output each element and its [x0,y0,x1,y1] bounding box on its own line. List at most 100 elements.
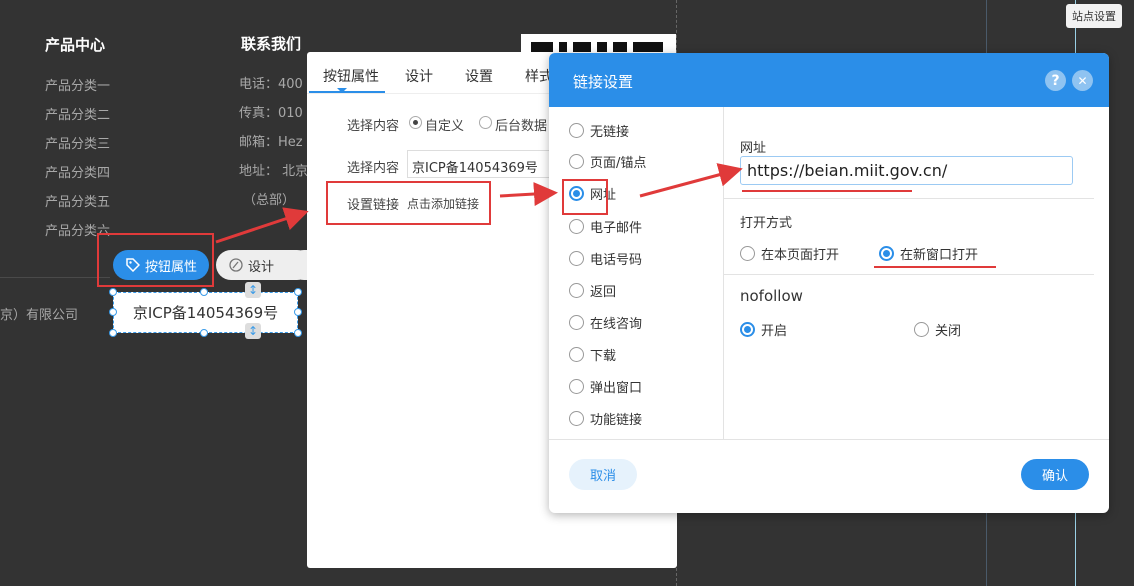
contact-address: 地址： 北京 [239,164,309,179]
annotation-arrow [215,207,309,244]
radio-button[interactable] [569,347,584,362]
nofollow-off-label: 关闭 [935,324,962,339]
radio-custom[interactable] [409,116,422,129]
link-type-none[interactable]: 无链接 [569,121,629,140]
tab-divider [307,93,549,94]
radio-button[interactable] [569,283,584,298]
product-link[interactable]: 产品分类三 [45,133,110,152]
nofollow-off-option[interactable]: 关闭 [914,320,961,339]
radio-button[interactable] [740,322,755,337]
confirm-button[interactable]: 确认 [1021,459,1089,490]
open-new-label: 在新窗口打开 [900,248,979,263]
link-type-label: 电话号码 [590,253,643,268]
link-type-consult[interactable]: 在线咨询 [569,313,642,332]
link-type-page[interactable]: 页面/锚点 [569,152,646,171]
link-type-label: 无链接 [590,125,630,140]
nofollow-on-label: 开启 [761,324,788,339]
radio-backend-label: 后台数据 [495,119,548,134]
resize-handle[interactable] [109,329,117,337]
nofollow-on-option[interactable]: 开启 [740,320,787,339]
radio-button[interactable] [879,246,894,261]
link-type-phone[interactable]: 电话号码 [569,249,642,268]
vertical-resize-icon[interactable]: ↕ [245,323,261,339]
vertical-resize-icon[interactable]: ↕ [245,282,261,298]
radio-button[interactable] [569,123,584,138]
radio-button[interactable] [569,251,584,266]
question-icon[interactable]: ? [1045,70,1066,91]
open-new-option[interactable]: 在新窗口打开 [879,244,978,263]
contact-title: 联系我们 [241,35,302,53]
content-input[interactable]: 京ICP备14054369号 [407,150,557,178]
contact-fax: 传真：010 [239,106,303,121]
annotation-box [97,233,214,287]
link-type-label: 功能链接 [590,413,643,428]
tab-design[interactable]: 设计 [405,66,433,86]
select-content-label-2: 选择内容 [347,161,400,176]
annotation-underline [742,190,912,192]
dialog-footer-divider [549,439,1109,440]
tab-settings[interactable]: 设置 [465,66,493,86]
link-type-back[interactable]: 返回 [569,281,616,300]
link-type-label: 在线咨询 [590,317,643,332]
nofollow-label: nofollow [740,287,803,305]
section-divider [724,198,1094,199]
link-type-label: 下载 [590,349,617,364]
site-settings-button[interactable]: 站点设置 [1066,4,1122,28]
radio-button[interactable] [740,246,755,261]
products-title: 产品中心 [45,36,106,54]
dialog-column-divider [723,107,724,439]
contact-hq: （总部） [243,193,296,208]
icp-button-element[interactable]: 京ICP备14054369号 [113,292,298,333]
radio-button[interactable] [569,379,584,394]
radio-button[interactable] [569,154,584,169]
link-type-function[interactable]: 功能链接 [569,409,642,428]
tab-button-properties[interactable]: 按钮属性 [323,66,379,86]
section-divider [724,274,1094,275]
link-type-label: 电子邮件 [590,221,643,236]
annotation-box [562,179,608,215]
company-name: 京）有限公司 [0,308,79,323]
palette-icon [228,258,243,273]
radio-custom-label: 自定义 [425,119,465,134]
link-type-label: 页面/锚点 [590,156,647,171]
open-current-option[interactable]: 在本页面打开 [740,244,839,263]
resize-handle[interactable] [294,308,302,316]
url-label: 网址 [740,141,767,156]
select-content-label: 选择内容 [347,119,400,134]
radio-button[interactable] [569,315,584,330]
product-link[interactable]: 产品分类四 [45,162,110,181]
radio-backend[interactable] [479,116,492,129]
radio-button[interactable] [569,411,584,426]
cancel-button[interactable]: 取消 [569,459,637,490]
contact-email: 邮箱：Hez [239,135,303,150]
radio-button[interactable] [914,322,929,337]
resize-handle[interactable] [200,329,208,337]
link-settings-dialog: 链接设置 ? ✕ 无链接 页面/锚点 网址 电子邮件 电话号码 返回 在线咨询 … [549,53,1109,513]
product-link[interactable]: 产品分类五 [45,191,110,210]
resize-handle[interactable] [109,308,117,316]
footer-divider [0,277,110,278]
qr-code [521,34,676,54]
link-type-popup[interactable]: 弹出窗口 [569,377,642,396]
dialog-title: 链接设置 [573,73,634,91]
url-input[interactable] [740,156,1073,185]
open-mode-label: 打开方式 [740,216,793,231]
set-link-label: 设置链接 [347,198,400,213]
link-type-label: 返回 [590,285,617,300]
resize-handle[interactable] [294,288,302,296]
annotation-underline [874,266,996,268]
product-link[interactable]: 产品分类二 [45,104,110,123]
resize-handle[interactable] [294,329,302,337]
contact-phone: 电话：400 [239,77,303,92]
product-link[interactable]: 产品分类一 [45,75,110,94]
resize-handle[interactable] [109,288,117,296]
open-current-label: 在本页面打开 [761,248,840,263]
resize-handle[interactable] [200,288,208,296]
radio-button[interactable] [569,219,584,234]
add-link-action[interactable]: 点击添加链接 [407,195,479,212]
close-icon[interactable]: ✕ [1072,70,1093,91]
design-label: 设计 [248,259,275,275]
link-type-download[interactable]: 下载 [569,345,616,364]
link-type-label: 弹出窗口 [590,381,643,396]
link-type-email[interactable]: 电子邮件 [569,217,642,236]
